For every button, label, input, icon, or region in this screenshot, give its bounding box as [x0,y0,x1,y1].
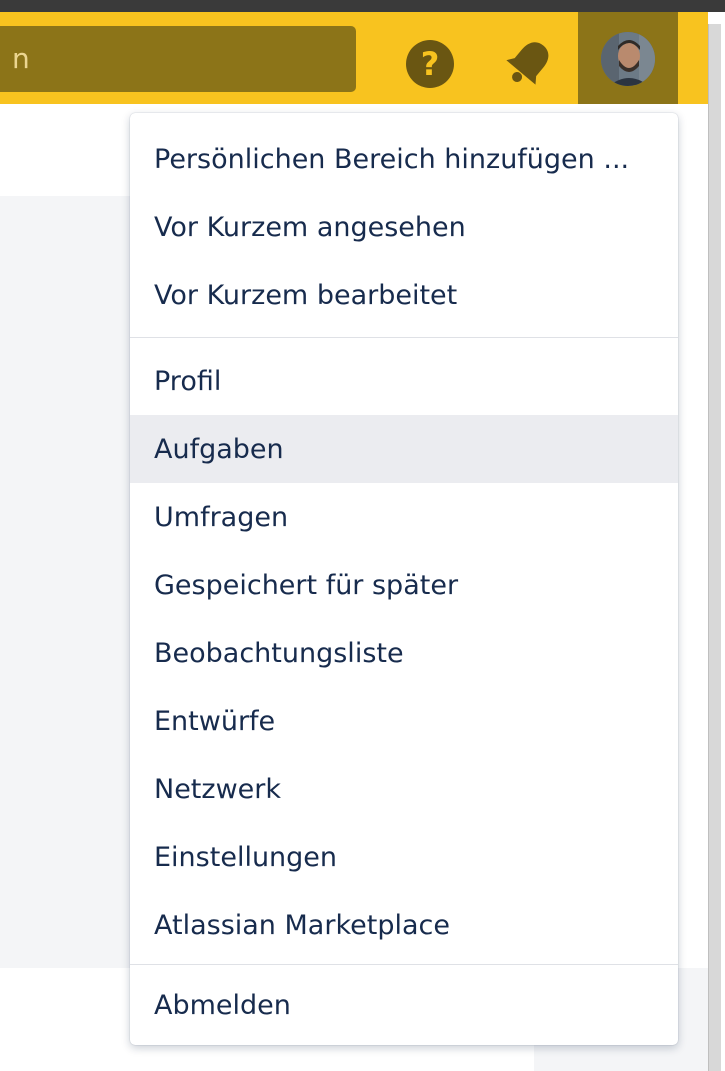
top-navigation-bar: n ? [0,12,708,104]
menu-group-account: Profil Aufgaben Umfragen Gespeichert für… [130,338,678,964]
menu-item-drafts[interactable]: Entwürfe [130,687,678,755]
menu-group-logout: Abmelden [130,965,678,1039]
menu-item-surveys[interactable]: Umfragen [130,483,678,551]
notifications-bell-icon[interactable] [499,32,557,96]
menu-item-watch-list[interactable]: Beobachtungsliste [130,619,678,687]
vertical-scrollbar[interactable] [708,24,721,1071]
menu-item-atlassian-marketplace[interactable]: Atlassian Marketplace [130,891,678,959]
avatar [601,32,655,86]
menu-item-settings[interactable]: Einstellungen [130,823,678,891]
menu-item-network[interactable]: Netzwerk [130,755,678,823]
menu-item-add-personal-space[interactable]: Persönlichen Bereich hinzufügen ... [130,125,678,193]
menu-item-profile[interactable]: Profil [130,347,678,415]
window-top-strip [0,0,725,12]
search-input[interactable]: n [0,26,356,92]
menu-item-log-out[interactable]: Abmelden [130,971,678,1039]
user-avatar-button[interactable] [578,12,678,104]
search-input-text: n [12,42,30,75]
help-icon[interactable]: ? [406,40,454,88]
menu-item-recently-edited[interactable]: Vor Kurzem bearbeitet [130,261,678,329]
menu-group-personal: Persönlichen Bereich hinzufügen ... Vor … [130,113,678,337]
user-profile-dropdown-menu: Persönlichen Bereich hinzufügen ... Vor … [130,113,678,1045]
menu-item-recently-viewed[interactable]: Vor Kurzem angesehen [130,193,678,261]
menu-item-saved-for-later[interactable]: Gespeichert für später [130,551,678,619]
menu-item-tasks[interactable]: Aufgaben [130,415,678,483]
